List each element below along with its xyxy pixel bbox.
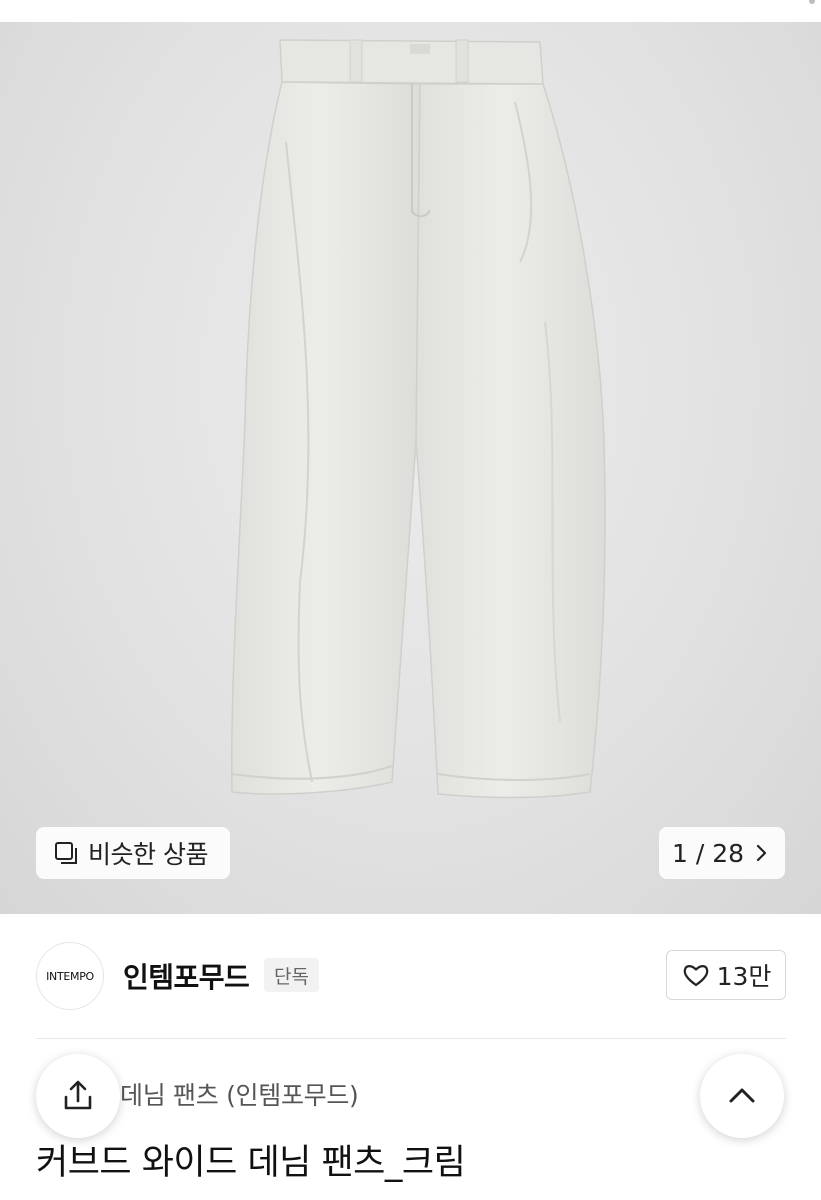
image-counter-text: 1 / 28 bbox=[671, 838, 745, 868]
exclusive-badge: 단독 bbox=[264, 958, 319, 992]
share-icon bbox=[64, 1080, 92, 1110]
like-button[interactable]: 13만 bbox=[666, 950, 786, 1000]
like-count: 13만 bbox=[716, 962, 772, 991]
copy-icon bbox=[55, 842, 77, 864]
product-category[interactable]: 데님 팬츠 (인템포무드) bbox=[120, 1076, 359, 1112]
similar-products-label: 비슷한 상품 bbox=[88, 840, 208, 869]
divider bbox=[36, 1038, 786, 1039]
similar-products-button[interactable]: 비슷한 상품 bbox=[36, 827, 230, 879]
brand-name-link[interactable]: 인템포무드 bbox=[123, 956, 250, 996]
chevron-up-icon bbox=[729, 1088, 755, 1103]
status-dot bbox=[809, 0, 815, 4]
product-title: 커브드 와이드 데님 팬츠_크림 bbox=[36, 1143, 466, 1183]
image-counter-button[interactable]: 1 / 28 bbox=[659, 827, 785, 879]
share-button[interactable] bbox=[36, 1054, 120, 1138]
chevron-right-icon bbox=[756, 844, 767, 862]
heart-icon bbox=[683, 965, 708, 987]
product-image-gallery[interactable]: 비슷한 상품 1 / 28 bbox=[0, 22, 821, 914]
top-bar bbox=[0, 0, 821, 23]
product-image bbox=[230, 39, 606, 799]
brand-row: INTEMPO 인템포무드 단독 13만 bbox=[0, 914, 821, 1038]
brand-logo[interactable]: INTEMPO bbox=[36, 942, 104, 1010]
scroll-to-top-button[interactable] bbox=[700, 1054, 784, 1138]
brand-logo-text: INTEMPO bbox=[46, 969, 94, 983]
